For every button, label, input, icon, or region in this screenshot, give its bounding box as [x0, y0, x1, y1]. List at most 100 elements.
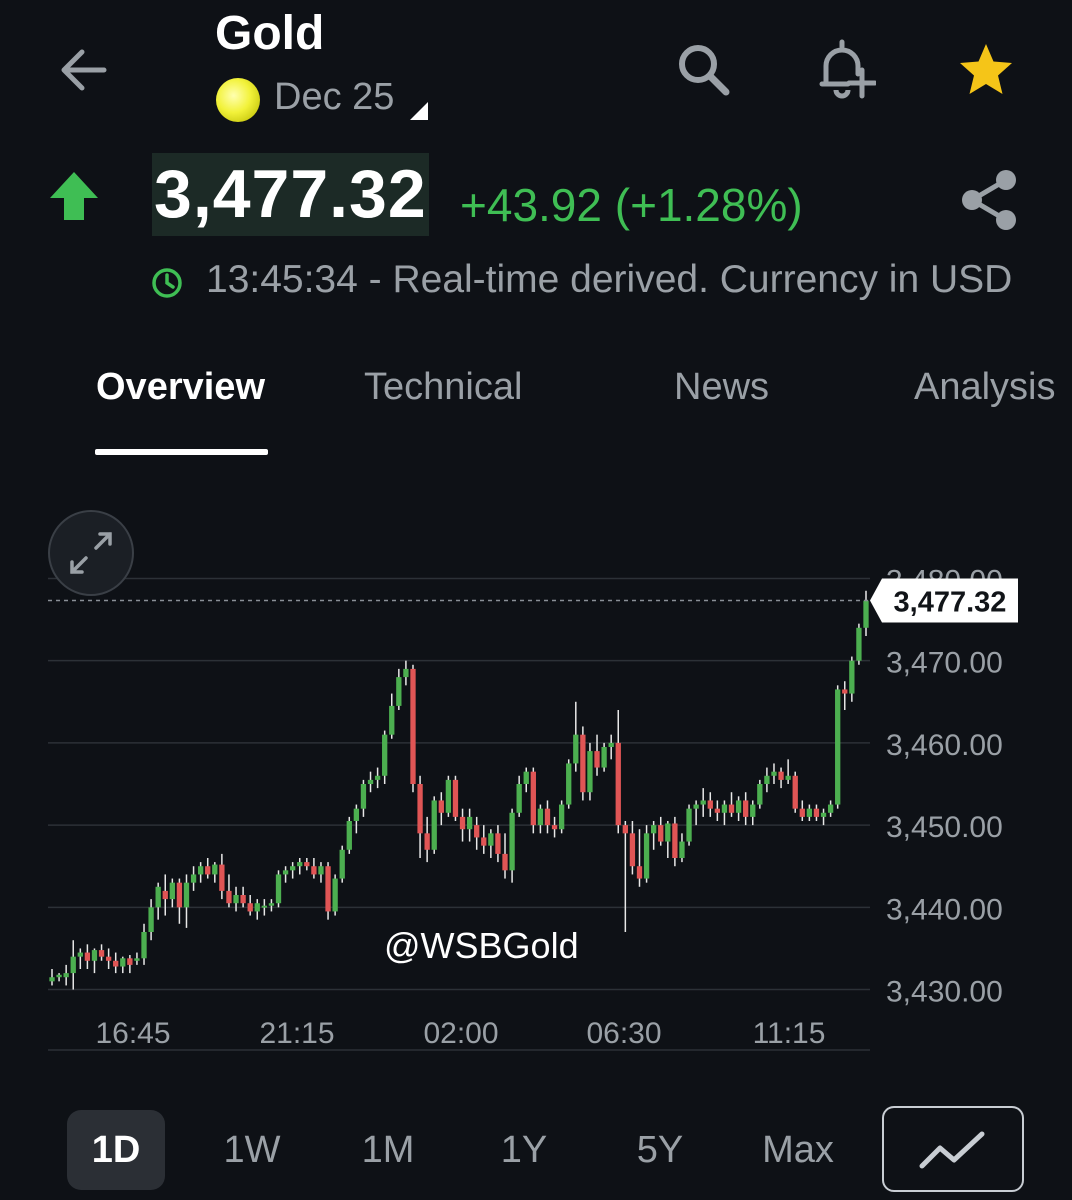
candle-body — [820, 812, 827, 817]
search-icon[interactable] — [672, 38, 736, 102]
candle-body — [240, 895, 246, 904]
range-1m-button[interactable]: 1M — [339, 1110, 437, 1190]
x-tick-label: 11:15 — [753, 1017, 826, 1050]
candle-body — [474, 825, 480, 838]
candle-body — [601, 747, 607, 768]
candle-body — [523, 771, 529, 784]
candle-body — [162, 890, 168, 900]
candle-body — [63, 973, 69, 978]
candle-body — [290, 866, 296, 871]
candle-body — [304, 862, 310, 867]
tab-analysis[interactable]: Analysis — [914, 366, 1056, 409]
candle-body — [771, 771, 777, 776]
contract-selector[interactable]: Dec 25 — [274, 76, 394, 119]
candle-body — [488, 833, 494, 846]
candle-body — [445, 779, 452, 813]
candle-body — [205, 866, 211, 875]
range-5y-button[interactable]: 5Y — [611, 1110, 709, 1190]
y-tick-label: 3,450.00 — [886, 811, 1003, 844]
x-tick-label: 16:45 — [95, 1017, 170, 1050]
candle-body — [396, 677, 402, 706]
candle-body — [452, 779, 459, 817]
candle-body — [141, 932, 147, 959]
candle-body — [438, 800, 444, 813]
price-chart[interactable]: 3,430.00 3,440.00 3,450.00 3,460.00 3,470.00… — [0, 520, 1072, 1080]
candle-body — [700, 800, 706, 805]
range-max-button[interactable]: Max — [749, 1110, 847, 1190]
candle-body — [835, 689, 841, 805]
favorite-star-icon[interactable] — [954, 38, 1018, 102]
candle-body — [863, 600, 869, 628]
gold-coin-icon — [216, 78, 260, 122]
candle-body — [566, 763, 572, 805]
share-icon[interactable] — [958, 168, 1022, 232]
y-tick-label: 3,470.00 — [886, 647, 1003, 680]
active-tab-indicator — [95, 449, 268, 455]
x-tick-label: 06:30 — [586, 1017, 661, 1050]
candle-body — [537, 808, 544, 826]
tab-overview[interactable]: Overview — [96, 366, 265, 409]
candle-body — [636, 866, 643, 879]
watermark-text: @WSBGold — [384, 925, 579, 966]
candle-body — [856, 627, 862, 661]
back-arrow-icon[interactable] — [56, 42, 112, 98]
candle-body — [254, 903, 260, 912]
candle-body — [481, 837, 487, 846]
candle-body — [389, 705, 395, 735]
candle-body — [113, 960, 119, 967]
candle-body — [332, 878, 338, 912]
candle-body — [466, 816, 473, 830]
candle-body — [134, 958, 140, 961]
range-1w-button[interactable]: 1W — [203, 1110, 301, 1190]
candle-body — [615, 742, 621, 826]
candle-body — [318, 866, 324, 875]
candle-body — [382, 734, 388, 776]
candle-body — [403, 668, 409, 678]
candle-body — [212, 864, 218, 875]
quote-status-text: 13:45:34 - Real-time derived. Currency i… — [206, 258, 1013, 301]
candle-body — [70, 956, 76, 974]
candle-body — [608, 742, 614, 747]
tab-news[interactable]: News — [674, 366, 769, 409]
candle-body — [650, 825, 657, 834]
line-chart-icon — [919, 1131, 985, 1169]
candle-body — [197, 866, 204, 875]
dropdown-caret-icon[interactable] — [410, 102, 428, 120]
candle-body — [679, 841, 685, 858]
chart-type-button[interactable] — [882, 1106, 1024, 1192]
tab-technical[interactable]: Technical — [364, 366, 522, 409]
candle-body — [827, 804, 834, 813]
clock-icon — [152, 268, 182, 298]
candle-body — [799, 808, 805, 817]
candle-body — [226, 890, 232, 904]
expand-icon — [70, 532, 112, 574]
y-tick-label: 3,440.00 — [886, 893, 1003, 926]
candle-body — [672, 823, 678, 858]
candle-body — [105, 956, 112, 961]
candle-body — [714, 808, 721, 813]
candle-body — [120, 958, 126, 967]
candle-body — [629, 833, 636, 867]
x-tick-label: 02:00 — [423, 1017, 498, 1050]
candle-body — [346, 821, 352, 850]
range-1y-button[interactable]: 1Y — [475, 1110, 573, 1190]
y-tick-label: 3,460.00 — [886, 729, 1003, 762]
candle-body — [367, 779, 374, 784]
candle-body — [757, 784, 763, 805]
candle-body — [233, 895, 239, 904]
candle-body — [275, 874, 282, 904]
add-alert-bell-icon[interactable] — [812, 38, 876, 102]
range-1d-button[interactable]: 1D — [67, 1110, 165, 1190]
last-price: 3,477.32 — [152, 153, 429, 236]
candle-body — [558, 804, 565, 830]
candle-body — [728, 804, 735, 813]
candle-body — [686, 808, 692, 842]
candle-body — [77, 952, 83, 957]
candle-body — [297, 862, 303, 867]
instrument-title: Gold — [215, 7, 325, 60]
expand-chart-button[interactable] — [48, 510, 134, 596]
candle-body — [587, 751, 593, 793]
candle-body — [417, 784, 423, 834]
candle-body — [849, 660, 855, 694]
candle-body — [778, 771, 784, 780]
